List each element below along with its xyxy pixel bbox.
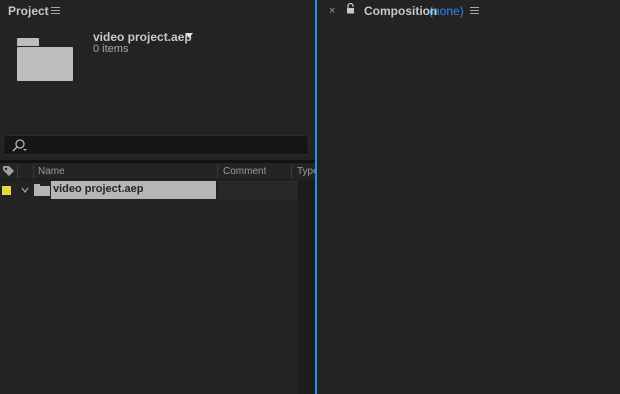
- close-icon[interactable]: ×: [329, 5, 335, 17]
- row-comment-cell[interactable]: [217, 181, 298, 199]
- row-name: video project.aep: [53, 183, 144, 195]
- column-header-name[interactable]: Name: [38, 166, 65, 177]
- folder-icon: [34, 184, 50, 196]
- project-panel-header: Project: [0, 0, 315, 22]
- composition-panel: × Composition (none): [317, 0, 620, 394]
- composition-panel-title[interactable]: Composition: [364, 4, 437, 18]
- row-name-cell[interactable]: video project.aep: [51, 181, 216, 199]
- composition-menu-icon[interactable]: [470, 7, 479, 15]
- column-separator[interactable]: [17, 165, 18, 178]
- project-panel-title[interactable]: Project: [8, 4, 49, 18]
- column-separator[interactable]: [217, 165, 218, 178]
- column-header-type[interactable]: Type: [297, 166, 315, 177]
- table-row[interactable]: video project.aep: [0, 181, 298, 199]
- file-dropdown-icon[interactable]: [185, 33, 193, 38]
- search-icon[interactable]: [11, 138, 27, 153]
- scroll-gutter: [298, 181, 315, 394]
- column-separator[interactable]: [291, 165, 292, 178]
- column-header: Name Comment Type: [0, 163, 315, 180]
- search-input[interactable]: [3, 135, 309, 155]
- project-panel: Project video project.aep 0 items Name C…: [0, 0, 315, 394]
- column-separator[interactable]: [33, 165, 34, 178]
- project-menu-icon[interactable]: [51, 7, 60, 15]
- item-count: 0 items: [93, 43, 129, 55]
- composition-name-none[interactable]: (none): [429, 4, 464, 18]
- column-header-comment[interactable]: Comment: [223, 166, 266, 177]
- lock-icon[interactable]: [346, 3, 355, 14]
- folder-thumbnail-icon: [16, 38, 74, 82]
- label-color-swatch[interactable]: [2, 186, 11, 195]
- label-tag-icon[interactable]: [2, 165, 15, 177]
- chevron-down-icon[interactable]: [20, 185, 30, 195]
- project-file-name: video project.aep: [93, 30, 192, 44]
